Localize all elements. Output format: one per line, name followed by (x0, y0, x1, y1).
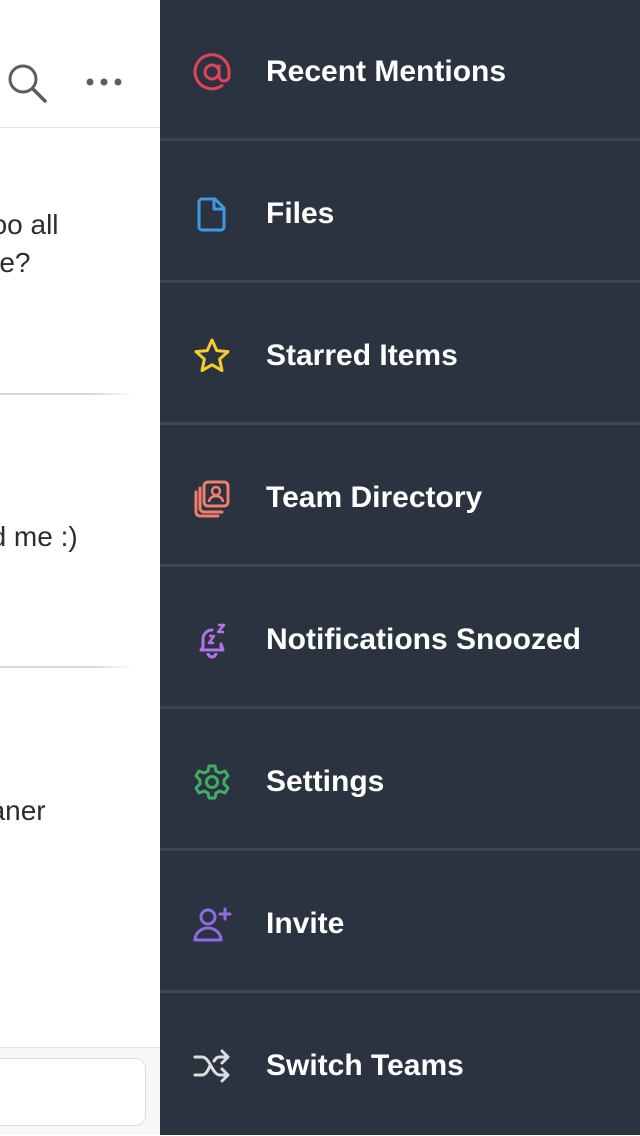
message-text: boo all (0, 209, 59, 240)
menu-item-label: Notifications Snoozed (266, 623, 581, 656)
menu-divider (160, 422, 640, 425)
message-composer (0, 1047, 160, 1135)
message-divider (0, 393, 135, 395)
chat-pane: boo all me? ed me :) eaner (0, 0, 160, 1135)
star-icon (192, 336, 232, 376)
message-item[interactable]: boo all me? (0, 206, 160, 286)
menu-divider (160, 138, 640, 141)
message-divider (0, 666, 135, 668)
message-text: eaner (0, 795, 46, 826)
search-icon[interactable] (6, 62, 48, 104)
menu-item-label: Switch Teams (266, 1049, 464, 1082)
menu-divider (160, 848, 640, 851)
message-input[interactable] (0, 1058, 146, 1126)
more-options-icon[interactable] (84, 70, 124, 94)
menu-divider (160, 280, 640, 283)
menu-item-label: Settings (266, 765, 385, 798)
chat-header (0, 0, 160, 128)
gear-icon (192, 762, 232, 802)
menu-item-notifications-snoozed[interactable]: Notifications Snoozed (160, 570, 640, 710)
menu-item-starred-items[interactable]: Starred Items (160, 286, 640, 426)
navigation-menu: Recent Mentions Files Starred Items Team… (160, 0, 640, 1135)
menu-divider (160, 564, 640, 567)
file-icon (192, 194, 232, 234)
shuffle-icon (192, 1046, 232, 1086)
menu-item-label: Team Directory (266, 481, 483, 514)
message-text: me? (0, 247, 31, 278)
menu-item-files[interactable]: Files (160, 144, 640, 284)
team-directory-icon (192, 478, 232, 518)
snooze-bell-icon (192, 620, 232, 660)
message-text: ed me :) (0, 521, 78, 552)
menu-divider (160, 990, 640, 993)
menu-divider (160, 706, 640, 709)
menu-item-team-directory[interactable]: Team Directory (160, 428, 640, 568)
menu-item-label: Invite (266, 907, 345, 940)
menu-item-recent-mentions[interactable]: Recent Mentions (160, 2, 640, 142)
menu-item-label: Starred Items (266, 339, 458, 372)
message-item[interactable]: eaner (0, 792, 160, 832)
at-icon (192, 52, 232, 92)
menu-item-invite[interactable]: Invite (160, 854, 640, 994)
menu-item-settings[interactable]: Settings (160, 712, 640, 852)
message-item[interactable]: ed me :) (0, 518, 160, 558)
menu-item-label: Recent Mentions (266, 55, 507, 88)
menu-item-label: Files (266, 197, 335, 230)
menu-item-switch-teams[interactable]: Switch Teams (160, 996, 640, 1136)
add-user-icon (192, 904, 232, 944)
